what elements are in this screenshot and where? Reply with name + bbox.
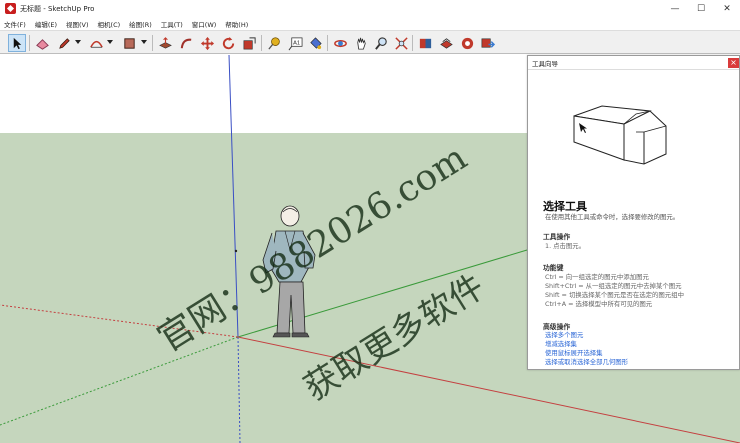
advanced-link[interactable]: 选择多个图元	[545, 330, 583, 339]
zoom-tool-icon[interactable]	[372, 34, 390, 52]
advanced-link[interactable]: 增减选择集	[545, 339, 577, 348]
menu-help[interactable]: 帮助(H)	[225, 19, 248, 29]
menu-edit[interactable]: 编辑(E)	[35, 19, 57, 29]
pencil-dropdown-icon[interactable]	[75, 40, 81, 44]
operation-step: 1. 点击图元。	[545, 242, 586, 250]
move-tool-icon[interactable]	[198, 34, 216, 52]
instructor-header: 工具向导 ×	[528, 56, 739, 70]
menu-tools[interactable]: 工具(T)	[161, 19, 183, 29]
rotate-tool-icon[interactable]	[219, 34, 237, 52]
select-tool-icon[interactable]	[8, 34, 26, 52]
menu-bar: 文件(F) 编辑(E) 视图(V) 相机(C) 绘图(R) 工具(T) 窗口(W…	[0, 17, 740, 30]
pencil-tool-icon[interactable]	[55, 34, 73, 52]
sketchup-app-icon	[5, 3, 16, 14]
orbit-tool-icon[interactable]	[331, 34, 349, 52]
window-title: 无标题 - SketchUp Pro	[20, 4, 95, 13]
eraser-tool-icon[interactable]	[33, 34, 51, 52]
menu-camera[interactable]: 相机(C)	[98, 19, 121, 29]
advanced-link[interactable]: 使用鼠标展开选择集	[545, 348, 603, 357]
arc-dropdown-icon[interactable]	[107, 40, 113, 44]
extension-warehouse-icon[interactable]	[437, 34, 455, 52]
svg-text:A1: A1	[293, 40, 300, 46]
rectangle-dropdown-icon[interactable]	[141, 40, 147, 44]
maximize-button[interactable]: ☐	[688, 0, 714, 17]
section-tool-operations: 工具操作	[543, 233, 571, 241]
instructor-title: 工具向导	[532, 59, 558, 68]
pan-tool-icon[interactable]	[352, 34, 370, 52]
close-button[interactable]: ✕	[714, 0, 740, 17]
instructor-close-button[interactable]: ×	[728, 58, 739, 68]
menu-view[interactable]: 视图(V)	[66, 19, 89, 29]
title-bar: 无标题 - SketchUp Pro — ☐ ✕	[0, 0, 740, 17]
send-to-layout-icon[interactable]	[478, 34, 496, 52]
rectangle-tool-icon[interactable]	[120, 34, 138, 52]
advanced-link[interactable]: 选择或取消选择全部几何图形	[545, 357, 628, 366]
section-modifier-keys: 功能键	[543, 264, 564, 272]
paint-bucket-tool-icon[interactable]	[306, 34, 324, 52]
text-tool-icon[interactable]: A1	[286, 34, 304, 52]
3d-warehouse-icon[interactable]	[416, 34, 434, 52]
toolbar: A1	[0, 30, 740, 54]
instructor-subtitle: 在使用其他工具或命令时，选择要修改的图元。	[545, 213, 680, 221]
menu-file[interactable]: 文件(F)	[4, 19, 26, 29]
menu-window[interactable]: 窗口(W)	[192, 19, 217, 29]
layout-icon[interactable]	[458, 34, 476, 52]
push-pull-tool-icon[interactable]	[156, 34, 174, 52]
follow-me-tool-icon[interactable]	[177, 34, 195, 52]
modifier-key-line: Ctrl = 向一组选定的图元中添加图元	[545, 273, 649, 281]
instructor-panel: 工具向导 × 选择工具 在使用其他工具或命令时，选择要修改的图元。 工具操作 1…	[527, 55, 740, 370]
minimize-button[interactable]: —	[662, 0, 688, 17]
zoom-extents-tool-icon[interactable]	[392, 34, 410, 52]
modifier-key-line: Ctrl+A = 选择模型中所有可见的图元	[545, 300, 653, 308]
modifier-key-line: Shift = 切换选择某个图元是否在选定的图元组中	[545, 291, 684, 299]
menu-draw[interactable]: 绘图(R)	[129, 19, 152, 29]
modifier-key-line: Shift+Ctrl = 从一组选定的图元中去掉某个图元	[545, 282, 682, 290]
tape-measure-tool-icon[interactable]	[265, 34, 283, 52]
arc-tool-icon[interactable]	[87, 34, 105, 52]
scale-tool-icon[interactable]	[240, 34, 258, 52]
house-illustration	[573, 105, 667, 165]
